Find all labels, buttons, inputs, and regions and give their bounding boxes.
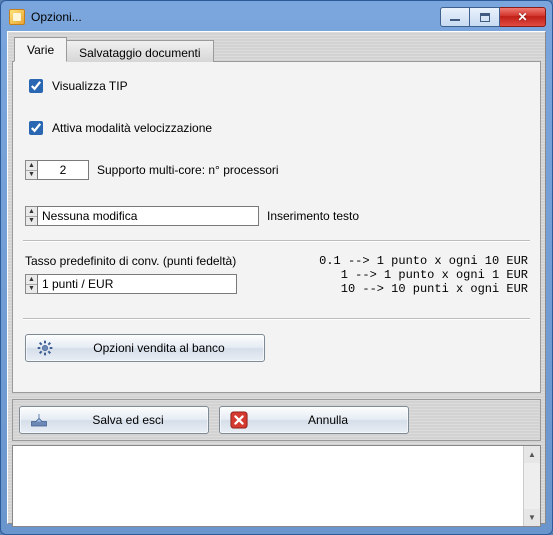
save-exit-button[interactable]: Salva ed esci <box>19 406 209 434</box>
bottom-toolbar: Salva ed esci Annulla <box>12 399 541 441</box>
conv-hint-text: 0.1 --> 1 punto x ogni 10 EUR 1 --> 1 pu… <box>263 254 528 296</box>
spinner-up-icon[interactable]: ▲ <box>26 207 37 217</box>
save-icon <box>30 412 48 428</box>
spinner-down-icon[interactable]: ▼ <box>26 217 37 226</box>
spinner-up-icon[interactable]: ▲ <box>26 275 37 285</box>
multicore-spinner[interactable]: ▲ ▼ <box>25 160 89 180</box>
conv-input[interactable] <box>37 274 237 294</box>
label-inserimento: Inserimento testo <box>267 209 359 223</box>
tabpanel-varie: Visualizza TIP Attiva modalità velocizza… <box>12 61 541 393</box>
scrollbar-vertical[interactable]: ▲ ▼ <box>523 446 540 526</box>
scroll-up-icon[interactable]: ▲ <box>524 446 540 463</box>
checkbox-attiva-velocizzazione[interactable] <box>29 121 43 135</box>
tab-salvataggio[interactable]: Salvataggio documenti <box>66 40 213 62</box>
window-controls: ✕ <box>440 7 546 27</box>
log-textarea[interactable]: ▲ ▼ <box>12 445 541 527</box>
gear-icon <box>36 340 54 356</box>
maximize-button[interactable] <box>470 7 500 27</box>
close-button[interactable]: ✕ <box>500 7 546 27</box>
scroll-down-icon[interactable]: ▼ <box>524 509 540 526</box>
save-exit-label: Salva ed esci <box>58 413 198 427</box>
label-multicore: Supporto multi-core: n° processori <box>97 163 279 177</box>
tab-varie[interactable]: Varie <box>14 37 67 62</box>
spinner-down-icon[interactable]: ▼ <box>26 285 37 294</box>
cancel-button[interactable]: Annulla <box>219 406 409 434</box>
spinner-down-icon[interactable]: ▼ <box>26 171 37 180</box>
label-conv: Tasso predefinito di conv. (punti fedelt… <box>25 254 237 268</box>
checkbox-visualizza-tip[interactable] <box>29 79 43 93</box>
cancel-icon <box>230 411 248 429</box>
multicore-input[interactable] <box>37 160 89 180</box>
cancel-label: Annulla <box>258 413 398 427</box>
opzioni-vendita-button[interactable]: Opzioni vendita al banco <box>25 334 265 362</box>
spinner-up-icon[interactable]: ▲ <box>26 161 37 171</box>
minimize-button[interactable] <box>440 7 470 27</box>
label-attiva-velocizzazione: Attiva modalità velocizzazione <box>52 121 212 135</box>
inserimento-spinner[interactable]: ▲ ▼ <box>25 206 259 226</box>
window-title: Opzioni... <box>31 10 82 24</box>
label-visualizza-tip: Visualizza TIP <box>52 79 128 93</box>
opzioni-vendita-label: Opzioni vendita al banco <box>64 341 254 355</box>
conv-spinner[interactable]: ▲ ▼ <box>25 274 237 294</box>
app-icon <box>9 9 25 25</box>
inserimento-input[interactable] <box>37 206 259 226</box>
